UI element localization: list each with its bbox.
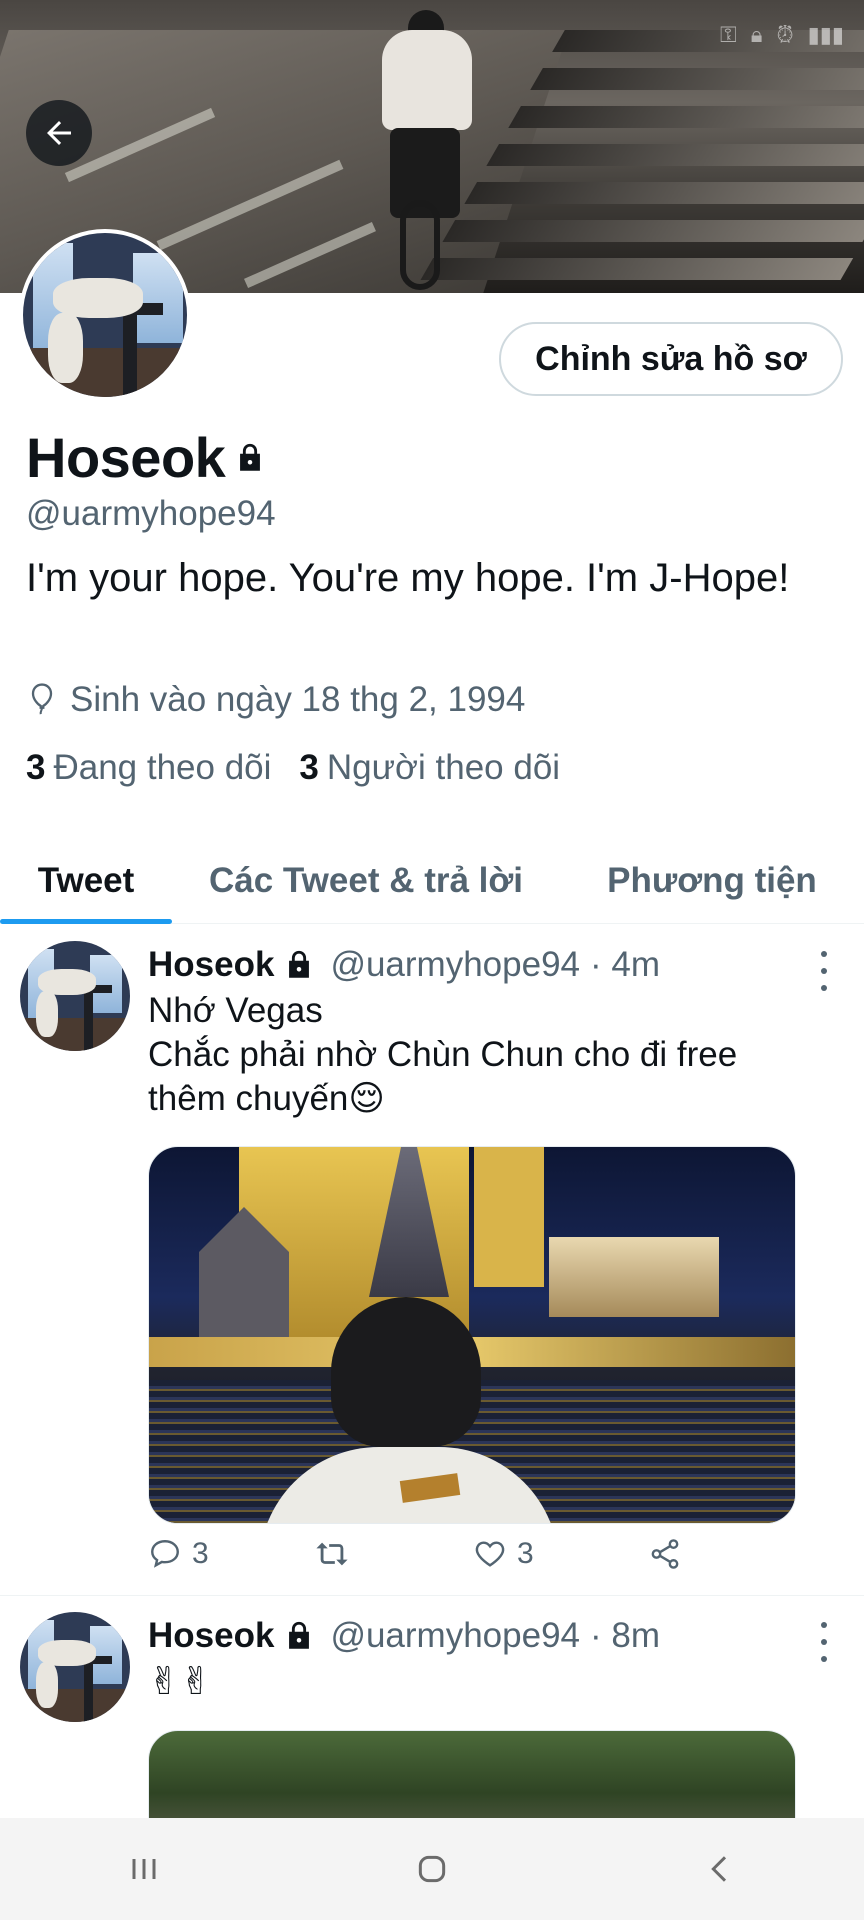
lock-icon <box>289 950 310 978</box>
tab-tweets-replies[interactable]: Các Tweet & trả lời <box>172 838 560 924</box>
tweet-author-name[interactable]: Hoseok <box>148 945 274 985</box>
profile-name: Hoseok <box>26 426 226 489</box>
tweet-item[interactable]: Hoseok @uarmyhope94 · 4m Nhớ Vegas Chắc … <box>0 925 864 1595</box>
profile-handle: @uarmyhope94 <box>26 494 276 533</box>
lock-icon <box>289 1621 310 1649</box>
signal-icon: ▮▮▮ <box>807 22 844 47</box>
tweet-item[interactable]: Hoseok @uarmyhope94 · 8m ✌✌ <box>0 1596 864 1818</box>
key-icon: ⚿ <box>720 22 737 47</box>
recent-apps-icon[interactable] <box>124 1849 164 1889</box>
tweet-author-name[interactable]: Hoseok <box>148 1616 274 1656</box>
more-options-icon[interactable] <box>814 1622 834 1662</box>
home-icon[interactable] <box>412 1849 452 1889</box>
following-link[interactable]: 3 Đang theo dõi <box>26 748 271 788</box>
tweet-time: · 4m <box>590 945 661 984</box>
tweet-image[interactable] <box>148 1730 796 1818</box>
status-bar: ⚿ 🔒︎ ⏰︎ ▮▮▮ <box>720 22 844 48</box>
system-nav-bar <box>0 1818 864 1920</box>
reply-button[interactable]: 3 <box>148 1537 313 1571</box>
tweet-avatar[interactable] <box>20 1612 130 1722</box>
tweet-header: Hoseok @uarmyhope94 · 4m <box>148 945 660 985</box>
tweet-avatar[interactable] <box>20 941 130 1051</box>
profile-tabs: Tweet Các Tweet & trả lời Phương tiện <box>0 838 864 924</box>
tweet-actions: 3 3 <box>148 1537 748 1571</box>
profile-name-row: Hoseok <box>26 425 267 490</box>
tweet-text: ✌✌ <box>148 1661 212 1703</box>
profile-avatar[interactable] <box>19 229 191 401</box>
share-icon <box>651 1539 679 1569</box>
heart-icon <box>475 1541 505 1567</box>
like-count: 3 <box>517 1537 534 1570</box>
tab-tweets[interactable]: Tweet <box>0 838 172 924</box>
retweet-icon <box>316 1542 348 1566</box>
birth-text: Sinh vào ngày 18 thg 2, 1994 <box>70 680 526 719</box>
tweet-text: Nhớ Vegas Chắc phải nhờ Chùn Chun cho đi… <box>148 991 738 1118</box>
more-options-icon[interactable] <box>814 951 834 991</box>
profile-birth: Sinh vào ngày 18 thg 2, 1994 <box>26 680 525 720</box>
reply-count: 3 <box>192 1537 209 1570</box>
lock-icon: 🔒︎ <box>750 22 763 47</box>
tweet-handle: @uarmyhope94 <box>330 945 581 984</box>
balloon-icon <box>31 683 53 715</box>
tweet-image[interactable] <box>148 1146 796 1524</box>
tab-media[interactable]: Phương tiện <box>560 838 864 924</box>
like-button[interactable]: 3 <box>473 1537 648 1571</box>
tweet-time: · 8m <box>590 1616 661 1655</box>
retweet-button[interactable] <box>313 1537 473 1571</box>
lock-icon <box>240 443 261 471</box>
tweet-header: Hoseok @uarmyhope94 · 8m <box>148 1616 660 1656</box>
tweet-handle: @uarmyhope94 <box>330 1616 581 1655</box>
share-button[interactable] <box>648 1537 682 1571</box>
reply-icon <box>151 1540 179 1568</box>
back-button[interactable] <box>26 100 92 166</box>
profile-bio: I'm your hope. You're my hope. I'm J-Hop… <box>26 556 790 600</box>
back-nav-icon[interactable] <box>700 1849 740 1889</box>
alarm-icon: ⏰︎ <box>776 22 794 47</box>
edit-profile-button[interactable]: Chỉnh sửa hồ sơ <box>499 322 843 396</box>
arrow-left-icon <box>47 121 71 145</box>
followers-link[interactable]: 3 Người theo dõi <box>299 748 560 788</box>
follow-stats: 3 Đang theo dõi 3 Người theo dõi <box>26 748 560 788</box>
